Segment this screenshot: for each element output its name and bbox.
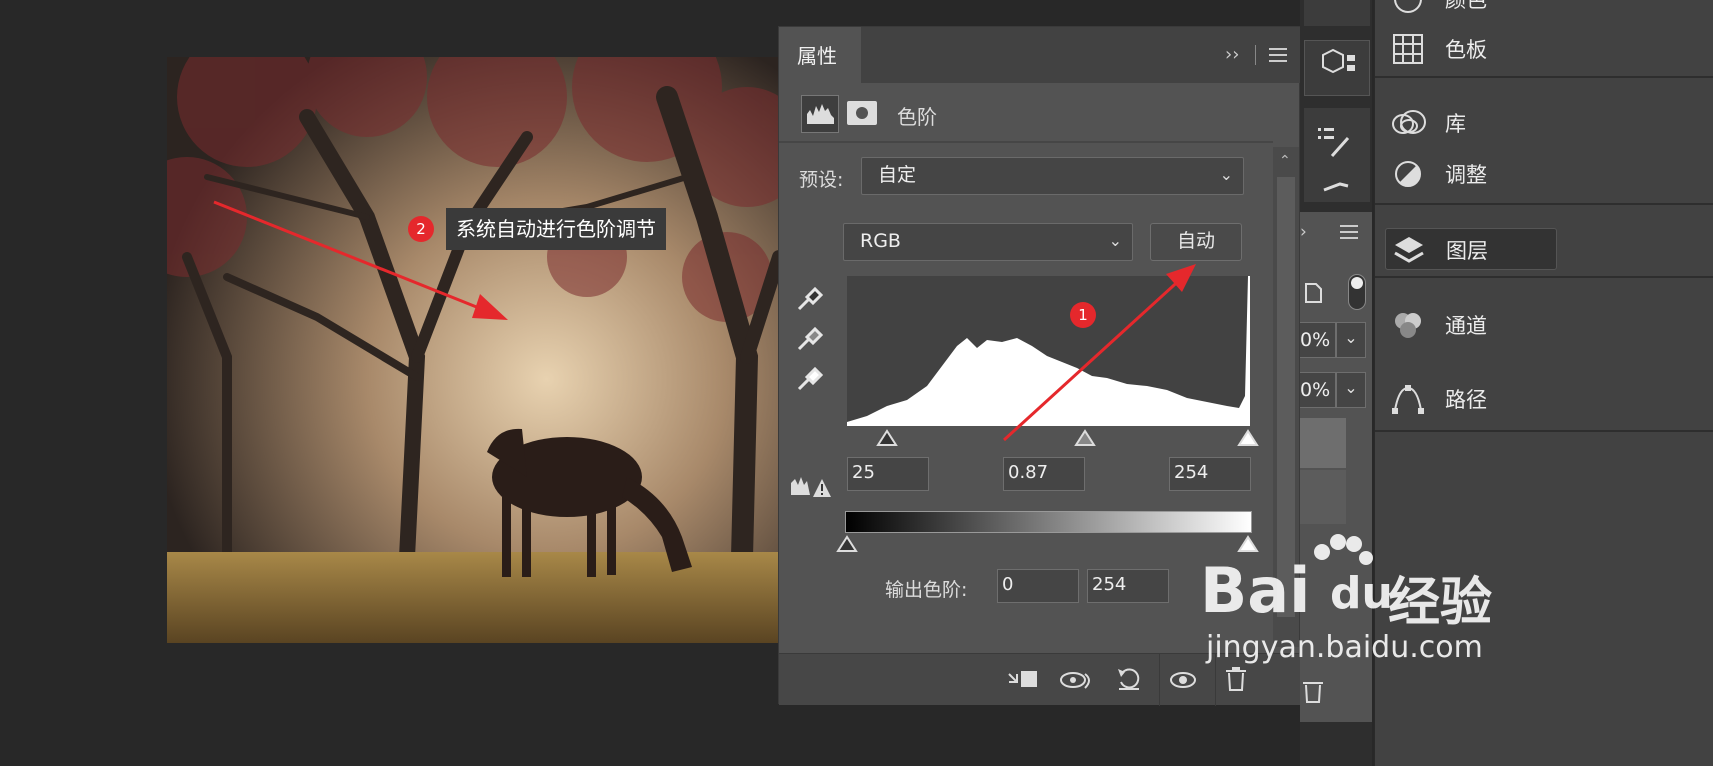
watermark-url: jingyan.baidu.com [1206,630,1483,665]
badge-1: 1 [1070,302,1096,328]
badge-2: 2 [408,216,434,242]
arrow-2-head [472,294,508,320]
arrow-1-line [1002,274,1186,442]
watermark-brand-cn: 经验 [1388,573,1493,633]
watermark-brand: Bai [1200,554,1311,627]
watermark-brand-du: du [1330,568,1393,619]
annotation-tooltip: 系统自动进行色阶调节 [446,208,666,250]
